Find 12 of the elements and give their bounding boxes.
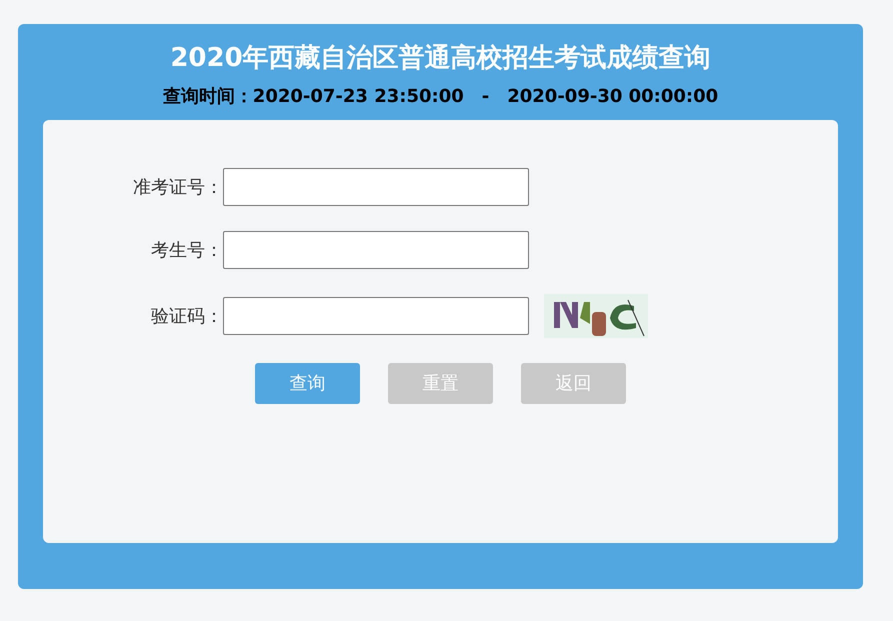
field-label: 准考证号： [132,176,223,200]
query-button[interactable]: 查询 [255,363,360,404]
field-label: 考生号： [150,238,223,262]
input-field[interactable] [223,297,529,335]
input-field[interactable] [223,168,529,206]
query-start-time: 2020-07-23 23:50:00 [252,85,464,109]
query-end-time: 2020-09-30 00:00:00 [507,85,718,109]
period-separator: - [482,85,490,109]
query-period-label: 查询时间： [162,85,253,109]
input-field[interactable] [223,231,529,269]
field-label: 验证码： [150,304,223,328]
page-title: 2020年西藏自治区普通高校招生考试成绩查询 [170,42,711,75]
